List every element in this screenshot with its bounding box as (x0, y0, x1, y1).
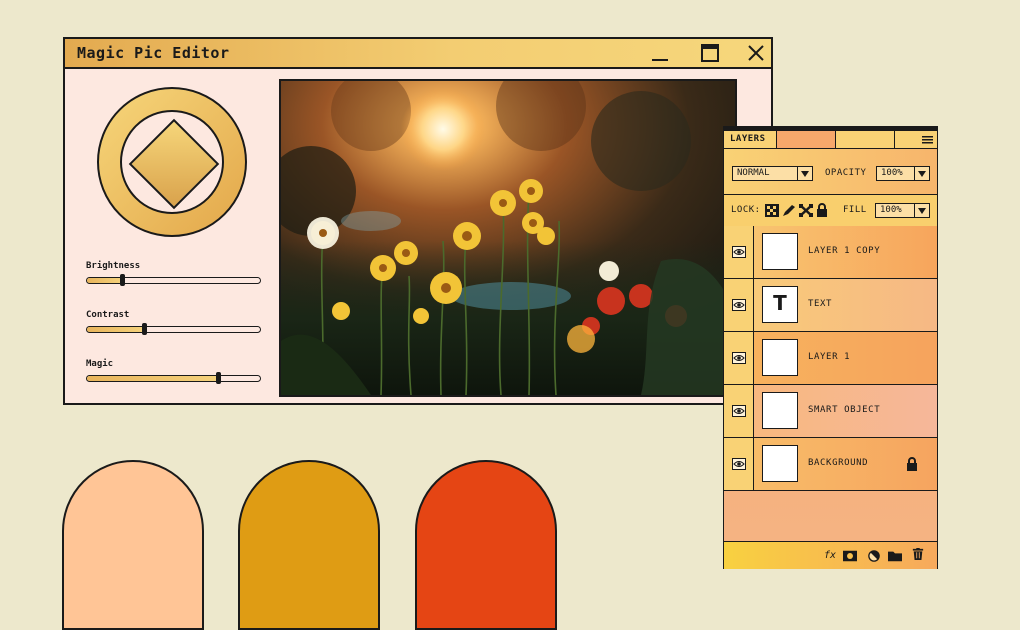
blend-options-row: NORMAL OPACITY 100% (724, 149, 937, 195)
layer-row[interactable]: LAYER 1 (724, 332, 937, 385)
app-logo (97, 87, 247, 237)
eye-icon (732, 405, 746, 417)
close-button[interactable] (745, 42, 767, 64)
folder-icon[interactable] (888, 550, 902, 562)
layer-row[interactable]: SMART OBJECT (724, 385, 937, 438)
layer-row[interactable]: T TEXT (724, 279, 937, 332)
fill-label: FILL (843, 205, 867, 215)
slider-track-magic[interactable] (86, 375, 261, 382)
slider-label-magic: Magic (86, 359, 114, 369)
fill-select[interactable]: 100% (875, 203, 930, 218)
lock-transparent-pixels-icon[interactable] (765, 204, 779, 217)
slider-fill (87, 278, 122, 283)
layer-row[interactable]: BACKGROUND (724, 438, 937, 491)
tab-layers-label: LAYERS (730, 134, 766, 144)
slider-fill (87, 376, 219, 381)
slider-label-brightness: Brightness (86, 261, 141, 271)
eye-icon (732, 299, 746, 311)
slider-thumb-contrast[interactable] (142, 323, 148, 335)
visibility-toggle[interactable] (724, 332, 754, 384)
color-swatch[interactable] (62, 460, 204, 630)
color-swatch[interactable] (238, 460, 380, 630)
minimize-button[interactable] (649, 42, 671, 64)
window-title: Magic Pic Editor (77, 44, 230, 62)
layer-lock-icon (907, 457, 917, 471)
fx-button[interactable]: fx (824, 550, 836, 561)
fill-value: 100% (880, 205, 902, 215)
editor-window: Magic Pic Editor Brightness Contrast Mag… (63, 37, 773, 405)
maximize-button[interactable] (699, 42, 721, 64)
lock-position-icon[interactable] (799, 204, 813, 217)
blend-mode-value: NORMAL (737, 168, 770, 178)
layers-panel: LAYERS NORMAL OPACITY 100% LOCK: FILL 10… (723, 126, 938, 569)
eye-icon (732, 352, 746, 364)
title-bar[interactable]: Magic Pic Editor (65, 39, 771, 69)
eye-icon (732, 458, 746, 470)
layer-name: TEXT (808, 299, 833, 309)
blend-mode-select[interactable]: NORMAL (732, 166, 813, 181)
adjustment-layer-icon[interactable] (867, 550, 881, 562)
slider-label-contrast: Contrast (86, 310, 130, 320)
visibility-toggle[interactable] (724, 226, 754, 278)
slider-track-brightness[interactable] (86, 277, 261, 284)
sunset-flowers-image (281, 81, 735, 395)
slider-thumb-brightness[interactable] (119, 274, 125, 286)
slider-track-contrast[interactable] (86, 326, 261, 333)
visibility-toggle[interactable] (724, 279, 754, 331)
add-mask-icon[interactable] (843, 550, 857, 562)
layer-name: LAYER 1 (808, 352, 851, 362)
menu-icon (922, 136, 933, 144)
panel-tab-bar: LAYERS (724, 131, 937, 149)
layers-footer-toolbar: fx (724, 541, 937, 569)
tab-layers[interactable]: LAYERS (724, 131, 777, 148)
layer-name: LAYER 1 COPY (808, 246, 881, 256)
layer-thumbnail (762, 233, 798, 270)
slider-fill (87, 327, 145, 332)
lock-label: LOCK: (731, 205, 761, 215)
trash-icon[interactable] (911, 548, 925, 560)
panel-menu-button[interactable] (895, 131, 937, 148)
opacity-value: 100% (881, 168, 903, 178)
layer-name: SMART OBJECT (808, 405, 881, 415)
layer-row[interactable]: LAYER 1 COPY (724, 226, 937, 279)
chevron-down-icon (914, 204, 929, 217)
chevron-down-icon (797, 167, 812, 180)
text-layer-icon: T (773, 291, 787, 315)
visibility-toggle[interactable] (724, 438, 754, 490)
opacity-select[interactable]: 100% (876, 166, 930, 181)
lock-all-icon[interactable] (816, 203, 828, 217)
layer-thumbnail (762, 392, 798, 429)
logo-ring (120, 110, 224, 214)
logo-diamond-icon (128, 118, 220, 210)
color-swatch[interactable] (415, 460, 557, 630)
layer-name: BACKGROUND (808, 458, 869, 468)
lock-fill-row: LOCK: FILL 100% (724, 195, 937, 227)
slider-thumb-magic[interactable] (216, 372, 222, 384)
tab-empty-1[interactable] (777, 131, 836, 148)
opacity-label: OPACITY (825, 168, 867, 178)
photo-canvas[interactable] (279, 79, 737, 397)
tab-empty-2[interactable] (836, 131, 895, 148)
chevron-down-icon (914, 167, 929, 180)
layer-thumbnail (762, 339, 798, 376)
eye-icon (732, 246, 746, 258)
layer-thumbnail: T (762, 286, 798, 323)
layer-thumbnail (762, 445, 798, 482)
lock-image-pixels-icon[interactable] (782, 204, 796, 217)
visibility-toggle[interactable] (724, 385, 754, 437)
